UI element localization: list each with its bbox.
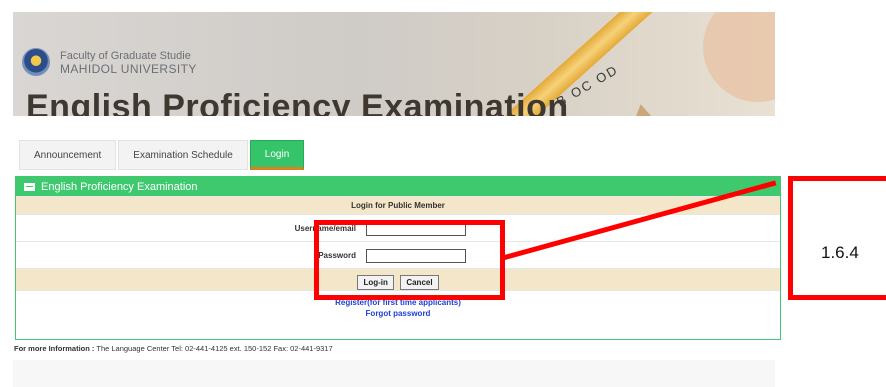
callout-box: 1.6.4 (788, 176, 886, 300)
footer-band (13, 360, 775, 387)
hand-image (703, 12, 775, 102)
callout-label: 1.6.4 (821, 243, 859, 262)
pencil-tip-image (627, 104, 653, 116)
tab-login[interactable]: Login (249, 140, 305, 170)
contact-info: For more Information : The Language Cent… (14, 344, 333, 353)
panel-header: English Proficiency Examination (16, 177, 780, 196)
tab-announcement[interactable]: Announcement (19, 140, 117, 170)
banner-title: English Proficiency Examination (26, 88, 569, 116)
university-seal-icon (22, 48, 50, 76)
university-name: MAHIDOL UNIVERSITY (60, 62, 197, 76)
panel-title: English Proficiency Examination (41, 180, 198, 193)
main-tabs: Announcement Examination Schedule Login (19, 140, 306, 170)
highlight-box (314, 220, 505, 300)
forgot-password-link[interactable]: Forgot password (16, 308, 780, 319)
contact-info-text: The Language Center Tel: 02-441-4125 ext… (94, 344, 333, 353)
header-banner: Faculty of Graduate Studie MAHIDOL UNIVE… (13, 12, 775, 116)
faculty-name: Faculty of Graduate Studie (60, 50, 191, 62)
list-card-icon (24, 182, 35, 191)
contact-info-label: For more Information : (14, 344, 95, 353)
tab-examination-schedule[interactable]: Examination Schedule (118, 140, 248, 170)
